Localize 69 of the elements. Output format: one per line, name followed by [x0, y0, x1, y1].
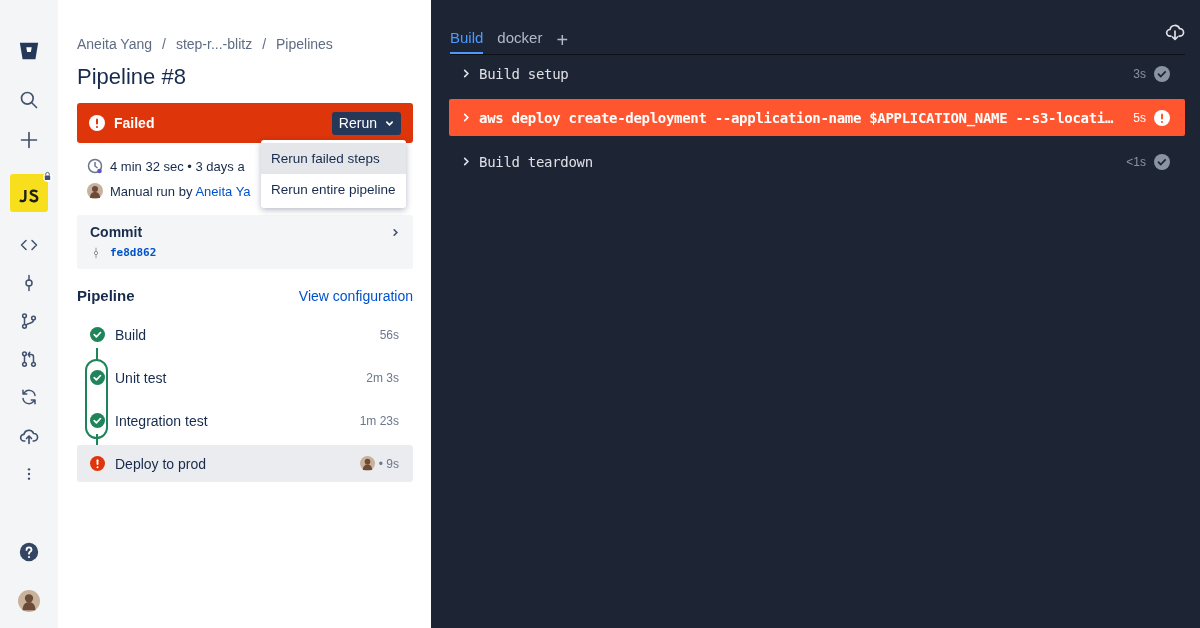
check-icon — [90, 413, 105, 428]
rerun-button[interactable]: Rerun — [331, 111, 401, 135]
commit-label: Commit — [90, 224, 143, 240]
log-tab[interactable]: docker — [497, 29, 543, 54]
chevron-down-icon — [385, 118, 394, 128]
check-icon — [90, 327, 105, 342]
step-name: Deploy to prod — [115, 455, 208, 472]
avatar-icon[interactable] — [18, 590, 40, 612]
breadcrumb-link[interactable]: step-r...-blitz — [175, 36, 253, 52]
search-icon[interactable] — [19, 90, 39, 110]
step-duration: 2m 3s — [366, 370, 399, 385]
log-tab[interactable]: Build — [450, 29, 484, 54]
menu-item[interactable]: Rerun failed steps — [261, 143, 406, 174]
step-duration: • 9s — [378, 456, 399, 471]
step-name: Unit test — [115, 369, 168, 386]
check-icon — [90, 370, 105, 385]
run-by-text: Manual run by — [110, 183, 193, 199]
pipeline-step[interactable]: Integration test 1m 23s — [77, 402, 413, 439]
pull-request-icon[interactable] — [20, 350, 38, 368]
page-title: Pipeline #8 — [77, 64, 187, 90]
bitbucket-logo-icon[interactable] — [18, 40, 40, 62]
check-icon — [1154, 65, 1170, 82]
log-step-command: Build setup — [479, 65, 570, 82]
step-name: Integration test — [115, 412, 209, 429]
view-configuration-link[interactable]: View configuration — [298, 287, 413, 304]
branch-icon[interactable] — [20, 312, 38, 330]
lock-icon — [43, 171, 52, 182]
step-duration: 1m 23s — [359, 413, 399, 428]
log-step-duration: 3s — [1133, 66, 1146, 81]
pipeline-step[interactable]: Deploy to prod • 9s — [77, 445, 413, 482]
step-name: Build — [115, 326, 148, 343]
check-icon — [1154, 153, 1170, 170]
log-step-row[interactable]: Build teardown <1s — [449, 143, 1185, 180]
log-step-row[interactable]: Build setup 3s — [449, 55, 1185, 92]
help-icon[interactable] — [19, 542, 39, 562]
plus-icon[interactable] — [19, 130, 39, 150]
author-link[interactable]: Aneita Ya — [195, 183, 251, 199]
error-icon — [1154, 109, 1170, 126]
chevron-right-icon — [391, 227, 400, 237]
chevron-right-icon — [462, 157, 471, 166]
breadcrumb-link[interactable]: Aneita Yang — [77, 36, 152, 52]
breadcrumb-separator: / — [162, 36, 166, 52]
step-duration: 56s — [379, 327, 399, 342]
add-tab-button[interactable]: + — [556, 30, 569, 54]
log-step-duration: 5s — [1133, 110, 1146, 125]
error-icon — [89, 115, 105, 131]
commit-card[interactable]: Commit fe8d862 — [77, 215, 413, 269]
cloud-upload-icon[interactable] — [19, 426, 39, 446]
cloud-download-icon[interactable] — [1165, 22, 1185, 42]
log-step-command: Build teardown — [479, 153, 594, 170]
pipeline-step[interactable]: Unit test 2m 3s — [77, 359, 413, 396]
chevron-right-icon — [462, 69, 471, 78]
status-label: Failed — [114, 115, 156, 131]
sync-icon[interactable] — [20, 388, 38, 406]
chevron-right-icon — [462, 113, 471, 122]
menu-item[interactable]: Rerun entire pipeline — [261, 174, 406, 205]
breadcrumb-link[interactable]: Pipelines — [276, 36, 333, 52]
clock-icon — [87, 158, 103, 174]
commit-icon — [93, 246, 99, 259]
js-logo-icon — [18, 189, 40, 204]
error-icon — [90, 456, 105, 471]
section-heading: Pipeline — [77, 287, 135, 304]
log-step-duration: <1s — [1126, 154, 1146, 169]
pipeline-step[interactable]: Build 56s — [77, 316, 413, 353]
avatar-icon — [87, 183, 103, 199]
breadcrumb-separator: / — [262, 36, 267, 52]
commit-hash-link[interactable]: fe8d862 — [110, 246, 157, 259]
duration-text: 4 min 32 sec • 3 days a — [110, 158, 245, 174]
log-step-command: aws deploy create-deployment --application-name $APPLICATION_NAME --s3-locati… — [479, 109, 1115, 126]
